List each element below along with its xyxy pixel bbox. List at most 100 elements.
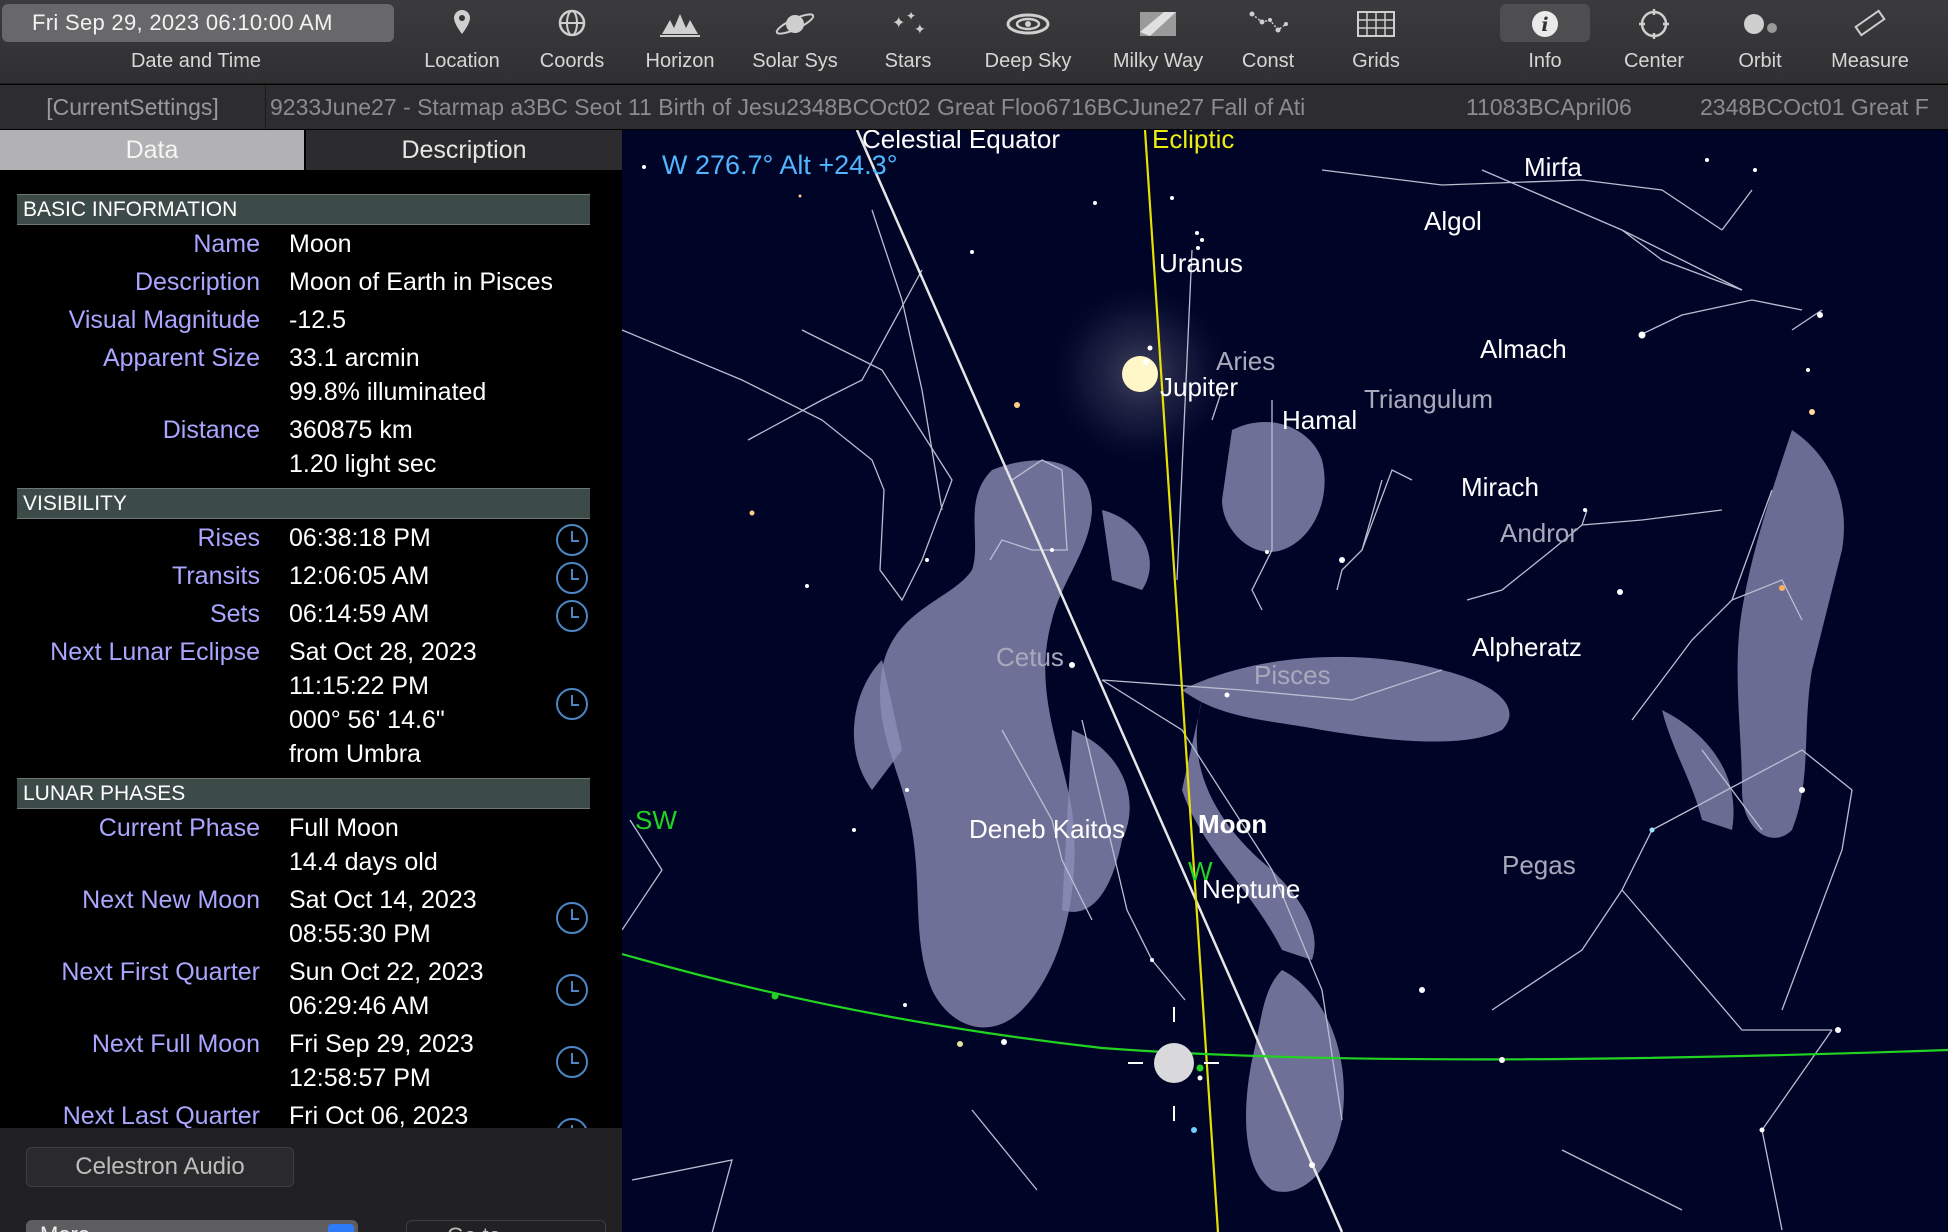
eclipse-angle-value: 000° 56' 14.6" <box>289 706 445 734</box>
toolbar-milky-way-label: Milky Way <box>1112 50 1204 72</box>
next-lunar-eclipse-label: Next Lunar Eclipse <box>50 638 260 666</box>
sets-label: Sets <box>209 600 260 628</box>
toolbar-orbit-label: Orbit <box>1738 50 1782 72</box>
more-label: More <box>40 1222 90 1232</box>
visual-magnitude-value: -12.5 <box>289 306 346 334</box>
cetus-artwork <box>853 460 1150 1028</box>
saturn-icon <box>775 13 815 35</box>
coords-globe-icon <box>558 9 586 37</box>
goto-label: Go to <box>447 1223 501 1232</box>
toolbar-solar-sys-button[interactable]: Solar Sys <box>738 0 852 84</box>
moon-body[interactable] <box>1154 1043 1194 1083</box>
illumination-value: 99.8% illuminated <box>289 378 487 406</box>
rises-label: Rises <box>197 524 260 552</box>
toolbar-measure-label: Measure <box>1831 50 1909 72</box>
toolbar-info-label: Info <box>1528 50 1562 72</box>
next-full-moon-time: 12:58:57 PM <box>289 1064 431 1092</box>
next-last-quarter-label: Next Last Quarter <box>62 1102 260 1130</box>
hamal-label: Hamal <box>1282 405 1358 435</box>
first-quarter-clock-button[interactable] <box>556 974 588 1006</box>
location-pin-icon <box>454 10 470 34</box>
eclipse-clock-button[interactable] <box>556 688 588 720</box>
toolbar-deep-sky-button[interactable]: Deep Sky <box>966 0 1090 84</box>
next-new-moon-time: 08:55:30 PM <box>289 920 431 948</box>
description-label: Description <box>134 268 260 296</box>
date-time-field[interactable]: Fri Sep 29, 2023 06:10:00 AM <box>2 4 394 42</box>
tab-description[interactable]: Description <box>306 130 622 170</box>
more-popup-button[interactable]: More <box>26 1220 358 1232</box>
toolbar-location-button[interactable]: Location <box>412 0 512 84</box>
tab-data[interactable]: Data <box>0 130 304 170</box>
rises-value: 06:38:18 PM <box>289 524 431 552</box>
toolbar-milky-way-button[interactable]: Milky Way <box>1096 0 1220 84</box>
toolbar: Fri Sep 29, 2023 06:10:00 AM Date and Ti… <box>0 0 1948 84</box>
toolbar-coords-label: Coords <box>539 50 605 72</box>
eclipse-from-value: from Umbra <box>289 740 421 768</box>
name-value: Moon <box>289 230 352 258</box>
deneb-kaitos-star <box>957 1041 963 1047</box>
horizon-icon <box>660 14 700 37</box>
toolbar-grids-button[interactable]: Grids <box>1326 0 1426 84</box>
deneb-kaitos-label: Deneb Kaitos <box>969 814 1126 844</box>
toolbar-solar-sys-label: Solar Sys <box>752 50 838 72</box>
cetus-label: Cetus <box>996 642 1064 672</box>
distance-km-value: 360875 km <box>289 416 413 444</box>
saved-settings-item[interactable]: 2348BCOct01 Great F <box>1700 85 1929 129</box>
crosshair-icon <box>1639 9 1669 39</box>
mirach-label: Mirach <box>1461 472 1540 502</box>
saved-settings-item[interactable]: 11083BCApril06 <box>1466 85 1632 129</box>
name-label: Name <box>193 230 260 258</box>
next-first-quarter-label: Next First Quarter <box>61 958 260 986</box>
toolbar-grids-label: Grids <box>1352 50 1400 72</box>
aries-label: Aries <box>1216 346 1276 376</box>
neptune-label: Neptune <box>1202 874 1301 904</box>
sets-clock-button[interactable] <box>556 600 588 632</box>
section-header-basic-information: BASIC INFORMATION <box>17 194 590 225</box>
toolbar-stars-button[interactable]: ✦ ✦ ✦ Stars <box>858 0 958 84</box>
svg-text:✦: ✦ <box>892 15 905 32</box>
toolbar-orbit-button[interactable]: Orbit <box>1708 0 1812 84</box>
rises-clock-button[interactable] <box>556 524 588 556</box>
eclipse-time-value: 11:15:22 PM <box>289 672 429 700</box>
next-last-quarter-date: Fri Oct 06, 2023 <box>289 1102 469 1130</box>
alpheratz-label: Alpheratz <box>1472 632 1582 662</box>
toolbar-coords-button[interactable]: Coords <box>522 0 622 84</box>
transits-clock-button[interactable] <box>556 562 588 594</box>
toolbar-measure-button[interactable]: Measure <box>1814 0 1926 84</box>
ruler-icon <box>1854 9 1886 37</box>
toolbar-center-button[interactable]: Center <box>1604 0 1704 84</box>
toolbar-info-button[interactable]: i Info <box>1490 0 1600 84</box>
algol-label: Algol <box>1424 206 1482 236</box>
saved-settings-bar: [CurrentSettings] 9233June27 - Starmap a… <box>0 85 1948 129</box>
celestron-audio-button[interactable]: Celestron Audio <box>26 1147 294 1187</box>
visual-magnitude-label: Visual Magnitude <box>68 306 260 334</box>
uranus-planet[interactable] <box>1143 359 1149 365</box>
pegasus-label: Pegas <box>1502 850 1576 880</box>
svg-text:i: i <box>1541 14 1548 36</box>
uranus-label: Uranus <box>1159 248 1243 278</box>
triangulum-label: Triangulum <box>1364 384 1494 414</box>
toolbar-stars-label: Stars <box>884 50 932 72</box>
new-moon-clock-button[interactable] <box>556 902 588 934</box>
goto-button[interactable]: Go to <box>406 1220 606 1232</box>
milky-way-icon <box>1140 12 1176 36</box>
section-header-visibility: VISIBILITY <box>17 488 590 519</box>
popup-arrow-icon <box>328 1224 354 1232</box>
sets-value: 06:14:59 AM <box>289 600 430 628</box>
mirfak-label: Mirfa <box>1524 152 1582 182</box>
jupiter-planet[interactable] <box>1122 356 1158 392</box>
date-time-label: Date and Time <box>130 50 262 72</box>
current-settings-item[interactable]: [CurrentSettings] <box>0 85 266 129</box>
sky-chart[interactable]: W 276.7° Alt +24.3° Celestial Equator Ec… <box>622 130 1948 1232</box>
toolbar-const-button[interactable]: Const <box>1218 0 1318 84</box>
toolbar-location-label: Location <box>424 50 500 72</box>
info-icon: i <box>1532 11 1558 37</box>
ecliptic-label: Ecliptic <box>1152 130 1235 154</box>
info-panel: Data Description BASIC INFORMATION Name … <box>0 130 622 1232</box>
next-new-moon-label: Next New Moon <box>82 886 260 914</box>
toolbar-horizon-label: Horizon <box>645 50 715 72</box>
full-moon-clock-button[interactable] <box>556 1046 588 1078</box>
toolbar-horizon-button[interactable]: Horizon <box>630 0 730 84</box>
sw-compass-label: SW <box>635 805 677 835</box>
saved-settings-item[interactable]: 9233June27 - Starmap a​3BC Seot 11 Birth… <box>270 85 1415 129</box>
